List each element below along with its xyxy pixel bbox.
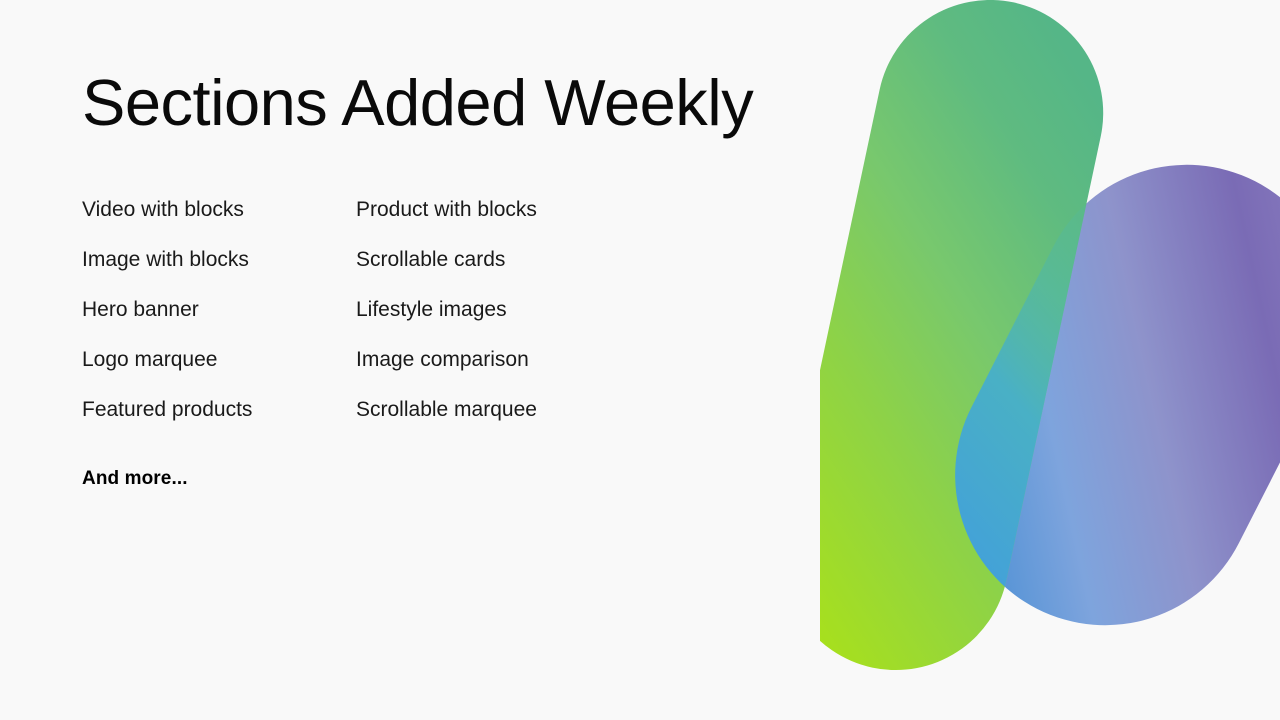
list-item: Image comparison <box>356 348 529 371</box>
list-item: Lifestyle images <box>356 298 507 321</box>
list-item: Logo marquee <box>82 348 218 371</box>
section-list-left: Video with blocks Image with blocks Hero… <box>82 185 356 435</box>
section-list-right: Product with blocks Scrollable cards Lif… <box>356 185 676 435</box>
slide-root: Sections Added Weekly Video with blocks … <box>0 0 1280 720</box>
list-item: Hero banner <box>82 298 199 321</box>
list-item: Image with blocks <box>82 248 249 271</box>
list-item: Video with blocks <box>82 198 244 221</box>
gradient-n-mark <box>820 0 1280 720</box>
list-item: Featured products <box>82 398 253 421</box>
list-item: Product with blocks <box>356 198 537 221</box>
page-title: Sections Added Weekly <box>82 66 754 139</box>
list-item: Scrollable cards <box>356 248 506 271</box>
and-more-note: And more... <box>82 468 188 489</box>
list-item: Scrollable marquee <box>356 398 537 421</box>
content-area: Sections Added Weekly Video with blocks … <box>82 0 782 720</box>
gradient-pill-purple-blue <box>955 164 1280 626</box>
gradient-pill-green-lime <box>820 0 1104 671</box>
section-lists: Video with blocks Image with blocks Hero… <box>82 185 676 435</box>
